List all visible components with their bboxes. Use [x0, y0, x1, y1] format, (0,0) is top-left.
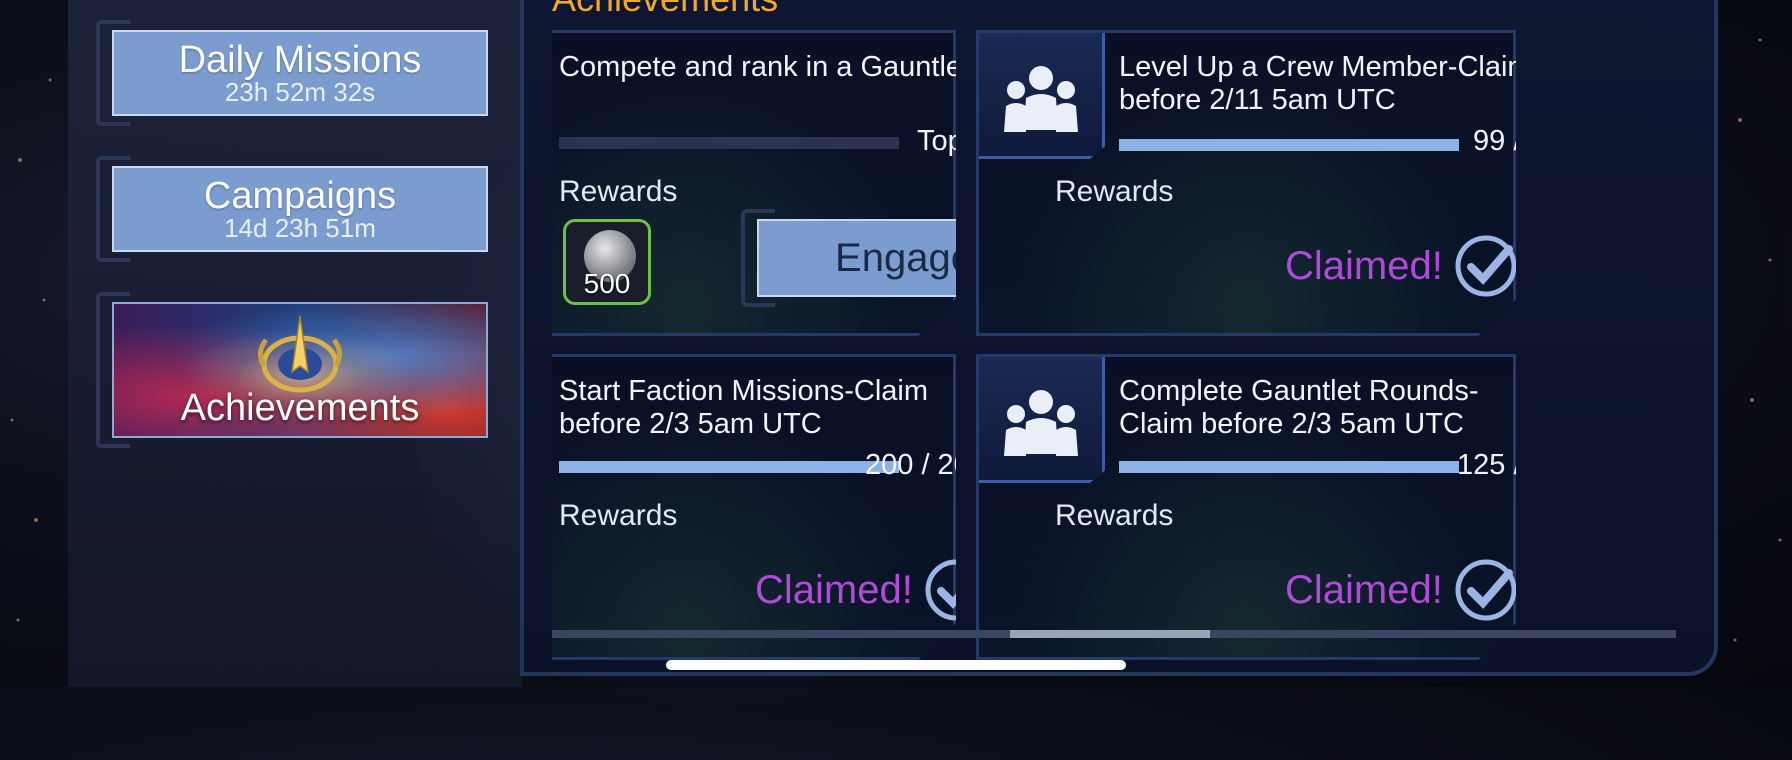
progress-fill [559, 461, 899, 473]
campaigns-timer: 14d 23h 51m [224, 213, 376, 243]
progress-bar [559, 461, 899, 473]
claimed-text: Claimed! [755, 567, 913, 612]
daily-missions-label: Daily Missions [178, 39, 422, 81]
claimed-status: Claimed! [1285, 557, 1516, 623]
progress-bar [1119, 139, 1459, 151]
crew-icon [979, 33, 1105, 159]
crew-icon [979, 357, 1105, 483]
daily-missions-timer: 23h 52m 32s [224, 77, 376, 107]
progress-fill [1119, 461, 1459, 473]
sidebar-item-campaigns[interactable]: Campaigns 14d 23h 51m [96, 156, 488, 262]
progress-bar [1119, 461, 1459, 473]
achievements-scroll-area[interactable]: Compete and rank in a Gauntlet Top 50 Re… [552, 30, 1676, 660]
achievement-title: Start Faction Missions-Claim before 2/3 … [559, 375, 929, 440]
achievement-title: Level Up a Crew Member-Claim before 2/11… [1119, 51, 1532, 116]
achievement-card: Level Up a Crew Member-Claim before 2/11… [976, 30, 1516, 336]
achievement-card: Compete and rank in a Gauntlet Top 50 Re… [552, 30, 956, 336]
sidebar-item-achievements[interactable]: Achievements [96, 292, 488, 448]
horizontal-scrollbar[interactable] [552, 630, 1676, 638]
progress-bar [559, 137, 899, 149]
daily-missions-button[interactable]: Daily Missions 23h 52m 32s [112, 30, 488, 116]
checkmark-icon [1455, 235, 1516, 297]
rewards-label: Rewards [1055, 499, 1174, 532]
achievements-label: Achievements [180, 387, 420, 429]
achievement-title: Compete and rank in a Gauntlet [559, 51, 971, 83]
scrollbar-thumb[interactable] [1010, 630, 1210, 638]
rewards-label: Rewards [559, 175, 678, 208]
progress-text: 200 / 200 [865, 449, 986, 481]
achievement-title: Complete Gauntlet Rounds- Claim before 2… [1119, 375, 1479, 440]
reward-item[interactable]: 500 [563, 219, 651, 305]
achievements-button[interactable]: Achievements [112, 302, 488, 438]
campaigns-label: Campaigns [203, 175, 397, 217]
progress-text: 125 / 125 [1457, 449, 1578, 481]
campaigns-button[interactable]: Campaigns 14d 23h 51m [112, 166, 488, 252]
claimed-text: Claimed! [1285, 243, 1443, 288]
home-indicator[interactable] [666, 660, 1126, 670]
claimed-status: Claimed! [1285, 233, 1516, 299]
rewards-label: Rewards [559, 499, 678, 532]
progress-fill [1119, 139, 1459, 151]
checkmark-icon [1455, 559, 1516, 621]
rewards-label: Rewards [1055, 175, 1174, 208]
achievement-card: Complete Gauntlet Rounds- Claim before 2… [976, 354, 1516, 660]
claimed-status: Claimed! [755, 557, 956, 623]
claimed-text: Claimed! [1285, 567, 1443, 612]
achievement-card: Start Faction Missions-Claim before 2/3 … [552, 354, 956, 660]
sidebar-item-daily-missions[interactable]: Daily Missions 23h 52m 32s [96, 20, 488, 126]
page-title: Achievements [552, 0, 778, 20]
progress-text: 99 / 99 [1473, 125, 1562, 157]
reward-amount: 500 [583, 268, 631, 299]
